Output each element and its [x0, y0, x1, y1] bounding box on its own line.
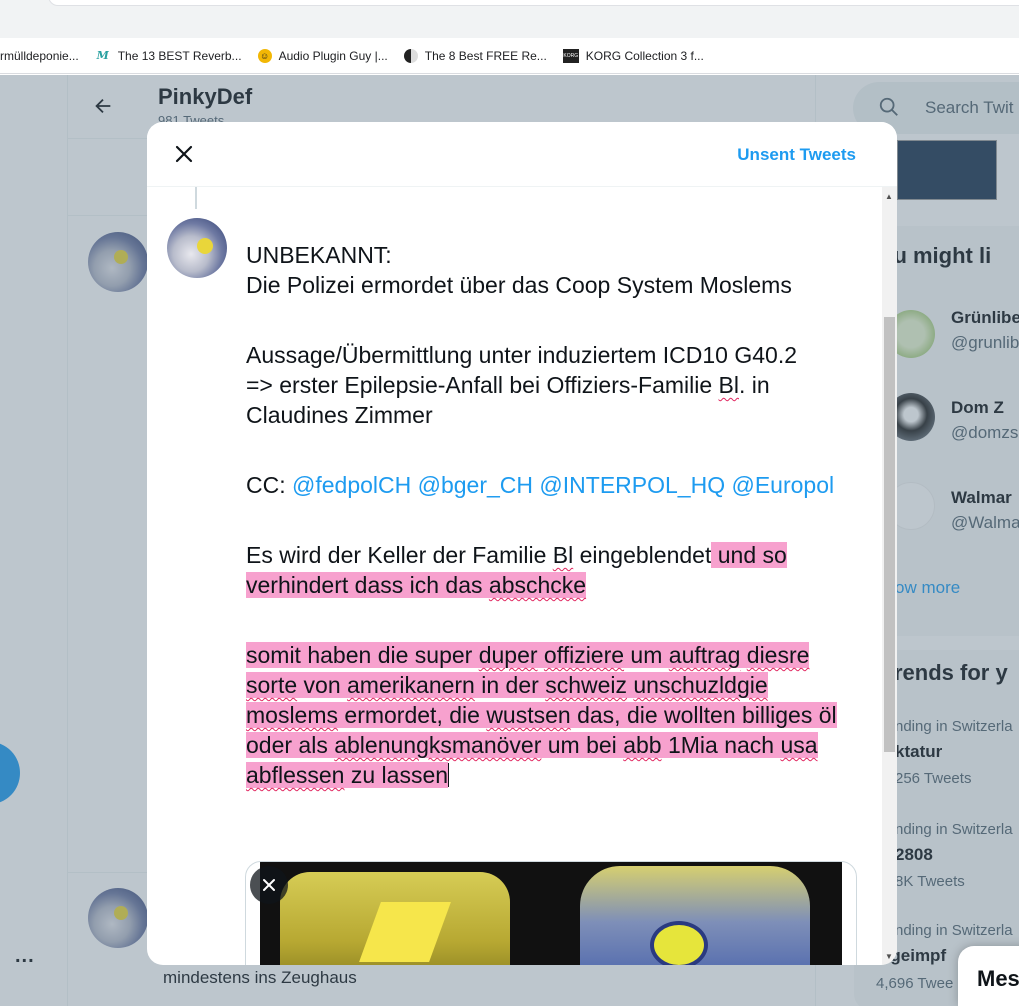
text-line: Aussage/Übermittlung unter induziertem I…	[246, 342, 798, 368]
mention-link[interactable]: @Europol	[731, 472, 834, 498]
thread-connector	[195, 187, 197, 209]
apg-logo-icon: ☺	[257, 48, 272, 63]
modal-header: Unsent Tweets	[147, 122, 897, 187]
misspelled-word: amerikanern	[347, 672, 475, 698]
text-line: => erster Epilepsie-Anfall bei Offiziers…	[246, 372, 719, 398]
text-line: UNBEKANNT:	[246, 242, 392, 268]
misspelled-word: auftrag	[668, 642, 741, 668]
text-segment: in der	[474, 672, 546, 698]
messages-label: Mes	[977, 966, 1019, 991]
text-line: eingeblendet	[573, 542, 712, 568]
address-bar[interactable]	[48, 0, 1019, 6]
bookmark-label: Audio Plugin Guy |...	[278, 48, 388, 63]
text-segment: von	[297, 672, 348, 698]
bookmark-label: KORG Collection 3 f...	[585, 48, 704, 63]
over-limit-paragraph: somit haben die super duper offiziere um…	[246, 640, 866, 790]
misspelled-word: unschuzldgie	[633, 672, 768, 698]
compose-tweet-modal: Unsent Tweets UNBEKANNT: Die Polizei erm…	[147, 122, 897, 965]
close-icon	[175, 145, 193, 163]
korg-logo-icon: KORG	[562, 48, 579, 63]
misspelled-word: wustsen	[486, 702, 571, 728]
misspelled-word: ablenungksmanöver	[334, 732, 542, 758]
text-segment: um	[624, 642, 669, 668]
m-logo-icon: M	[96, 49, 109, 62]
misspelled-word: moslems	[246, 702, 339, 728]
remove-media-button[interactable]	[250, 866, 288, 904]
scroll-down-icon[interactable]: ▼	[885, 952, 893, 961]
text-segment: somit haben die super	[246, 642, 479, 668]
close-icon	[263, 879, 275, 891]
over-limit-text: somit haben die super duper offiziere um…	[246, 642, 837, 788]
avatar	[167, 218, 227, 278]
bookmark-label: The 8 Best FREE Re...	[424, 48, 547, 63]
over-limit-text: verhindert dass ich das	[246, 572, 489, 598]
bookmark-item[interactable]: KORG KORG Collection 3 f...	[562, 48, 704, 63]
text-segment: um bei	[541, 732, 624, 758]
attached-photo	[260, 862, 842, 965]
text-caret	[448, 763, 450, 787]
misspelled-word: usa	[780, 732, 818, 758]
text-line: Claudines Zimmer	[246, 402, 433, 428]
text-segment: zu lassen	[344, 762, 449, 788]
text-line: Die Polizei ermordet über das Coop Syste…	[246, 272, 792, 298]
misspelled-word: abschcke	[488, 572, 587, 598]
browser-tab-strip	[0, 0, 1019, 38]
mention-link[interactable]: @bger_CH	[418, 472, 533, 498]
misspelled-word: abflessen	[246, 762, 345, 788]
unsent-tweets-button[interactable]: Unsent Tweets	[737, 145, 856, 165]
misspelled-word: offiziere	[543, 642, 625, 668]
misspelled-word: abb	[623, 732, 662, 758]
misspelled-word: sorte	[246, 672, 298, 698]
text-segment: ermordet, die	[338, 702, 487, 728]
misspelled-word: duper	[478, 642, 538, 668]
half-circle-logo-icon	[403, 48, 418, 63]
mention-link[interactable]: @INTERPOL_HQ	[539, 472, 725, 498]
scrollbar-thumb[interactable]	[884, 317, 895, 752]
close-button[interactable]	[169, 139, 199, 169]
misspelled-word: Bl	[718, 372, 739, 398]
attached-media	[245, 861, 857, 965]
over-limit-text: und so	[711, 542, 787, 568]
misspelled-word: diesre	[746, 642, 810, 668]
bookmark-label: rmülldeponie...	[0, 48, 79, 63]
tweet-textarea[interactable]: UNBEKANNT: Die Polizei ermordet über das…	[246, 240, 866, 790]
text-line: . in	[739, 372, 770, 398]
text-segment: 1Mia nach	[661, 732, 781, 758]
bookmark-label: The 13 BEST Reverb...	[117, 48, 242, 63]
bookmark-item[interactable]: The 8 Best FREE Re...	[403, 48, 547, 63]
text-line: Es wird der Keller der Familie	[246, 542, 553, 568]
bookmark-item[interactable]: rmülldeponie...	[0, 49, 79, 63]
bookmark-item[interactable]: M The 13 BEST Reverb...	[95, 48, 242, 64]
glass-shape	[580, 866, 810, 965]
text-line: CC:	[246, 472, 292, 498]
glass-shape	[280, 872, 510, 965]
misspelled-word: schweiz	[545, 672, 627, 698]
bookmark-item[interactable]: ☺ Audio Plugin Guy |...	[257, 48, 388, 63]
bookmarks-bar: rmülldeponie... M The 13 BEST Reverb... ☺…	[0, 38, 1019, 74]
misspelled-word: Bl	[552, 542, 574, 568]
scroll-up-icon[interactable]: ▲	[885, 192, 893, 201]
mention-link[interactable]: @fedpolCH	[292, 472, 411, 498]
